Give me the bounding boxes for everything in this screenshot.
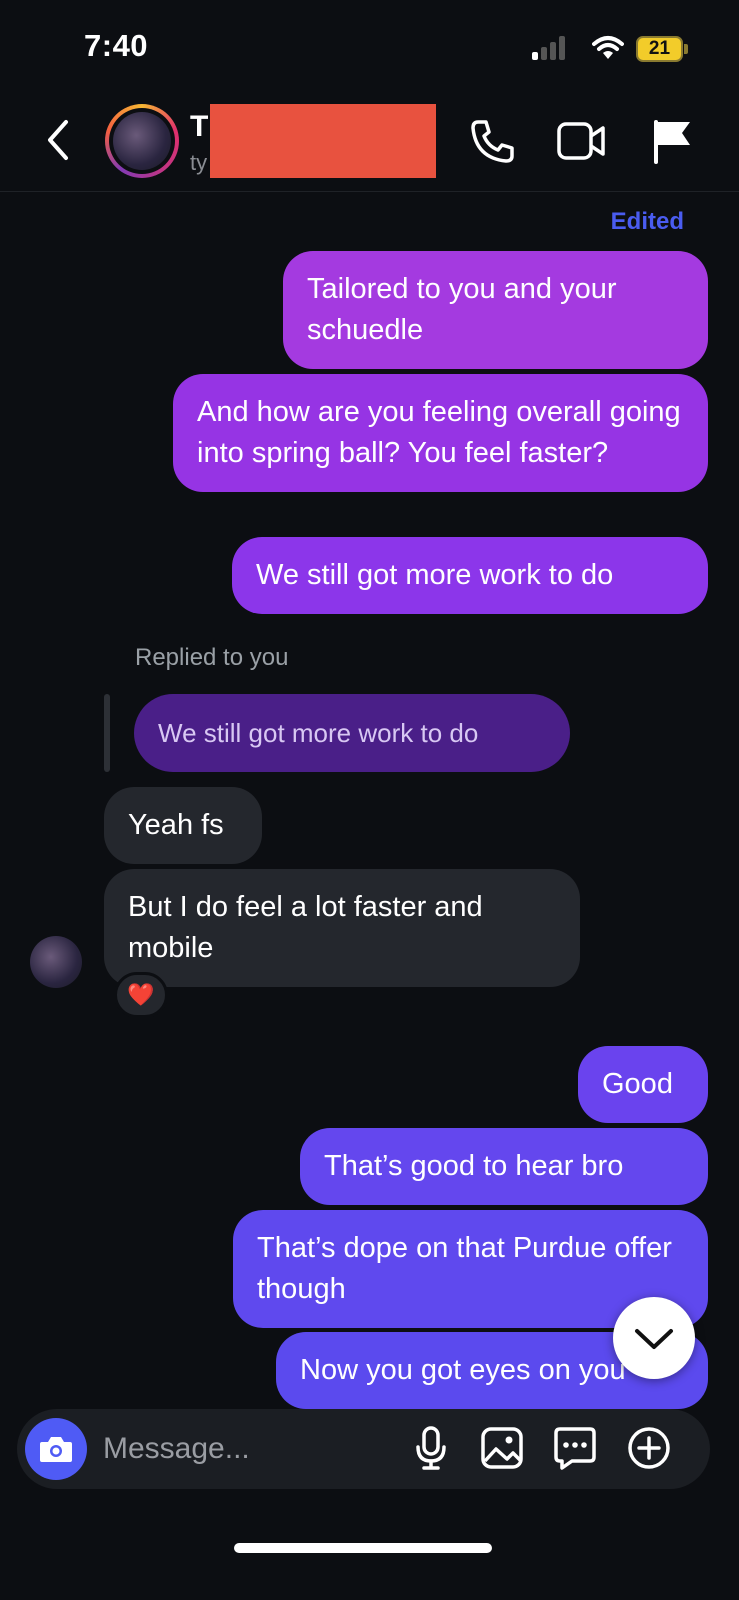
replied-label: Replied to you [135, 644, 289, 671]
received-message[interactable]: Yeah fs [104, 787, 262, 864]
reply-quote[interactable]: We still got more work to do [134, 694, 570, 772]
battery-level: 21 [648, 38, 671, 59]
sent-message[interactable]: That’s good to hear bro [300, 1128, 708, 1205]
sender-avatar[interactable] [30, 936, 82, 988]
message-input[interactable] [103, 1428, 393, 1470]
microphone-icon[interactable] [408, 1425, 454, 1471]
received-message[interactable]: But I do feel a lot faster and mobile [104, 869, 580, 987]
camera-icon[interactable] [25, 1418, 87, 1480]
back-icon[interactable] [44, 118, 72, 162]
battery-icon: 21 [636, 36, 688, 62]
reply-indicator-bar [104, 694, 110, 772]
sticker-icon[interactable] [552, 1425, 598, 1471]
status-time: 7:40 [84, 28, 149, 63]
header-divider [0, 191, 739, 192]
wifi-icon [592, 35, 624, 61]
profile-avatar[interactable] [105, 104, 179, 178]
sent-message[interactable]: We still got more work to do [232, 537, 708, 614]
contact-name[interactable]: T [190, 110, 208, 144]
phone-icon[interactable] [468, 118, 516, 164]
plus-icon[interactable] [626, 1425, 672, 1471]
sent-message[interactable]: Tailored to you and your schuedle [283, 251, 708, 369]
edited-label: Edited [610, 208, 684, 235]
heart-reaction[interactable]: ❤️ [114, 972, 168, 1018]
sent-message[interactable]: Good [578, 1046, 708, 1123]
flag-icon[interactable] [650, 118, 698, 164]
sent-message[interactable]: And how are you feeling overall going in… [173, 374, 708, 492]
video-icon[interactable] [556, 118, 605, 164]
gallery-icon[interactable] [479, 1425, 525, 1471]
name-redaction [210, 104, 436, 178]
contact-username: ty [190, 150, 208, 175]
signal-icon [532, 36, 568, 60]
home-indicator[interactable] [234, 1543, 492, 1553]
scroll-down-button[interactable] [613, 1297, 695, 1379]
